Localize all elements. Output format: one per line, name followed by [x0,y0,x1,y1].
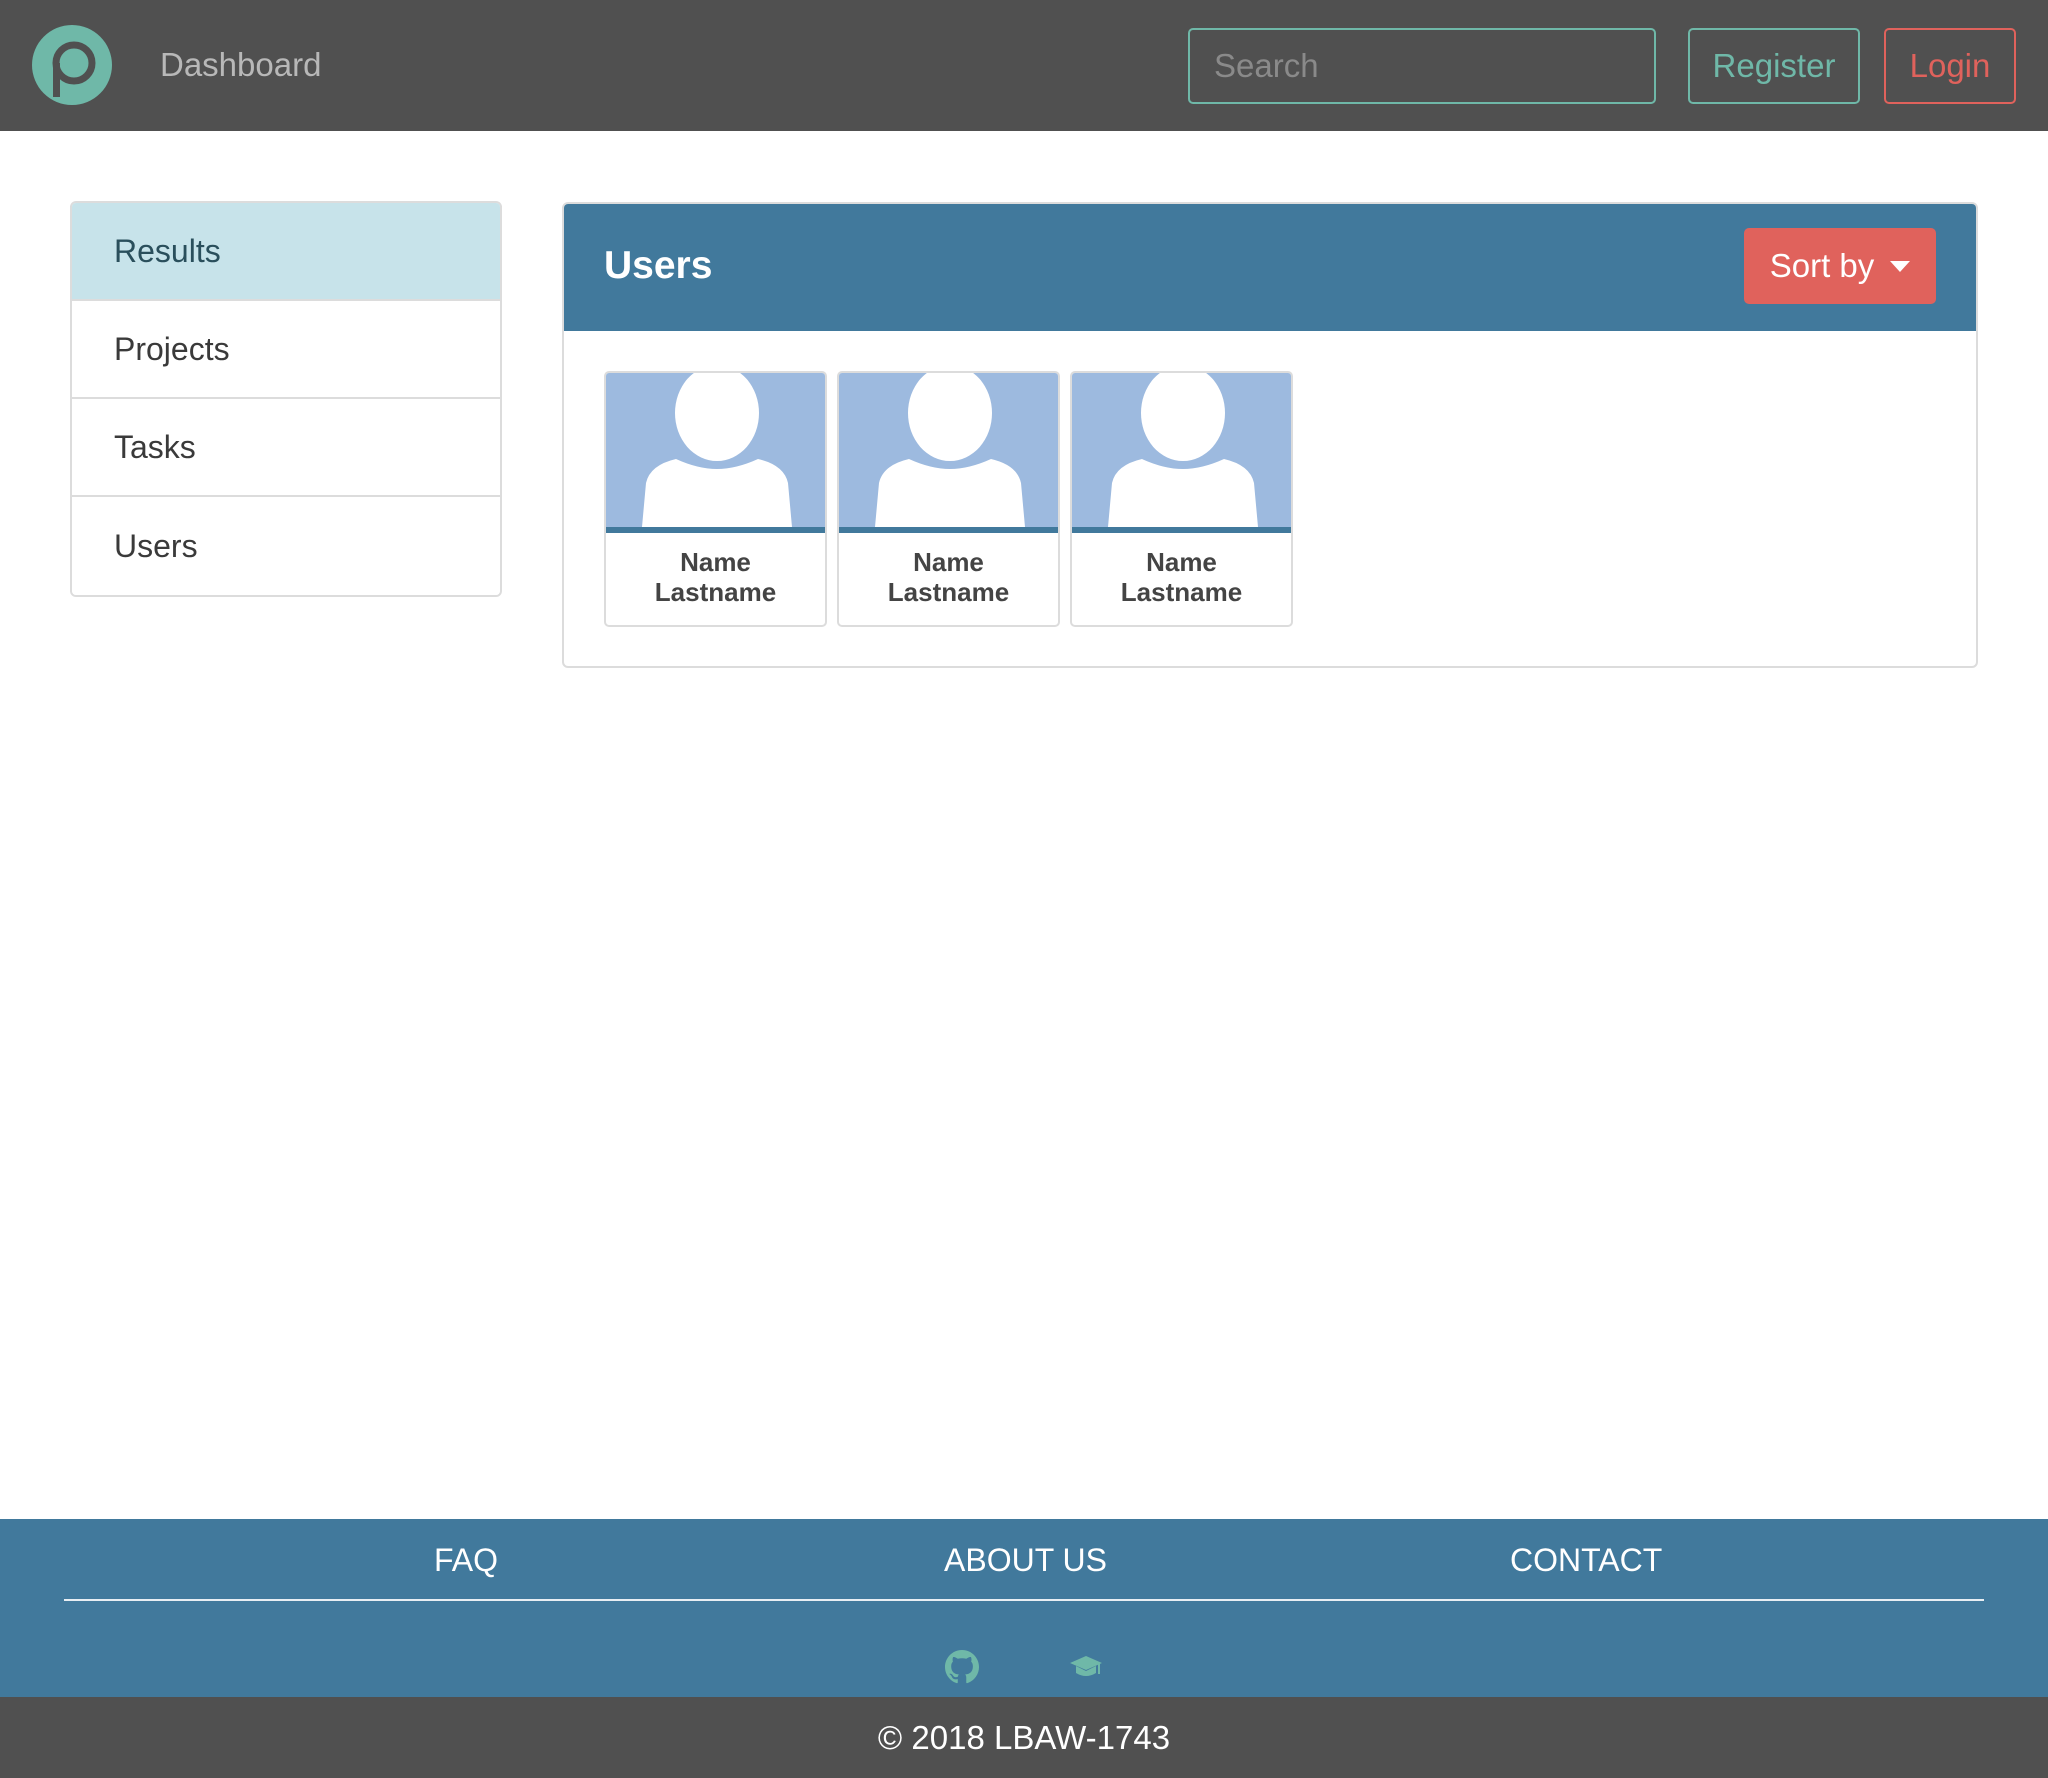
register-button[interactable]: Register [1688,28,1860,104]
navbar: Dashboard Register Login [0,0,2048,131]
sidebar-item-users[interactable]: Users [72,497,500,595]
avatar [1072,373,1291,533]
footer-link-about-us[interactable]: ABOUT US [944,1540,1107,1580]
copyright-text: © 2018 LBAW-1743 [877,1718,1171,1756]
page-title: Users [604,244,713,287]
login-button[interactable]: Login [1884,28,2016,104]
sort-by-label: Sort by [1769,247,1875,284]
user-silhouette-icon [642,373,792,527]
card-header: Users Sort by [564,204,1976,331]
page: Dashboard Register Login Results Project… [0,0,2048,1778]
user-card[interactable]: Name Lastname [1070,371,1293,627]
user-silhouette-icon [1108,373,1258,527]
user-last-name: Lastname [1120,577,1243,607]
sidebar-item-projects[interactable]: Projects [72,301,500,399]
sort-by-button[interactable]: Sort by [1744,228,1936,304]
user-first-name: Name [680,547,751,577]
logo-icon[interactable] [32,25,112,105]
users-list: Name Lastname Name Lastname Name Lastnam… [604,371,1293,627]
sidebar: Results Projects Tasks Users [70,201,502,597]
user-last-name: Lastname [887,577,1010,607]
search-group [1188,28,1656,104]
caret-down-icon [1890,260,1911,272]
nav-dashboard-link[interactable]: Dashboard [160,45,321,85]
footer: FAQ ABOUT US CONTACT [0,1519,2048,1697]
graduation-cap-icon[interactable] [1068,1649,1104,1685]
users-card: Users Sort by Name Lastname Name Lastnam… [562,202,1978,668]
user-first-name: Name [1146,547,1217,577]
sidebar-item-results[interactable]: Results [72,203,500,301]
user-first-name: Name [913,547,984,577]
footer-link-contact[interactable]: CONTACT [1510,1540,1662,1580]
user-card[interactable]: Name Lastname [837,371,1060,627]
user-card[interactable]: Name Lastname [604,371,827,627]
user-name: Name Lastname [606,533,825,607]
footer-divider [64,1599,1984,1601]
github-icon[interactable] [944,1649,980,1685]
copyright-bar: © 2018 LBAW-1743 [0,1697,2048,1778]
search-input[interactable] [1190,30,1654,102]
sidebar-item-tasks[interactable]: Tasks [72,399,500,497]
user-last-name: Lastname [654,577,777,607]
avatar [606,373,825,533]
user-name: Name Lastname [839,533,1058,607]
user-name: Name Lastname [1072,533,1291,607]
footer-link-faq[interactable]: FAQ [434,1540,498,1580]
user-silhouette-icon [875,373,1025,527]
avatar [839,373,1058,533]
